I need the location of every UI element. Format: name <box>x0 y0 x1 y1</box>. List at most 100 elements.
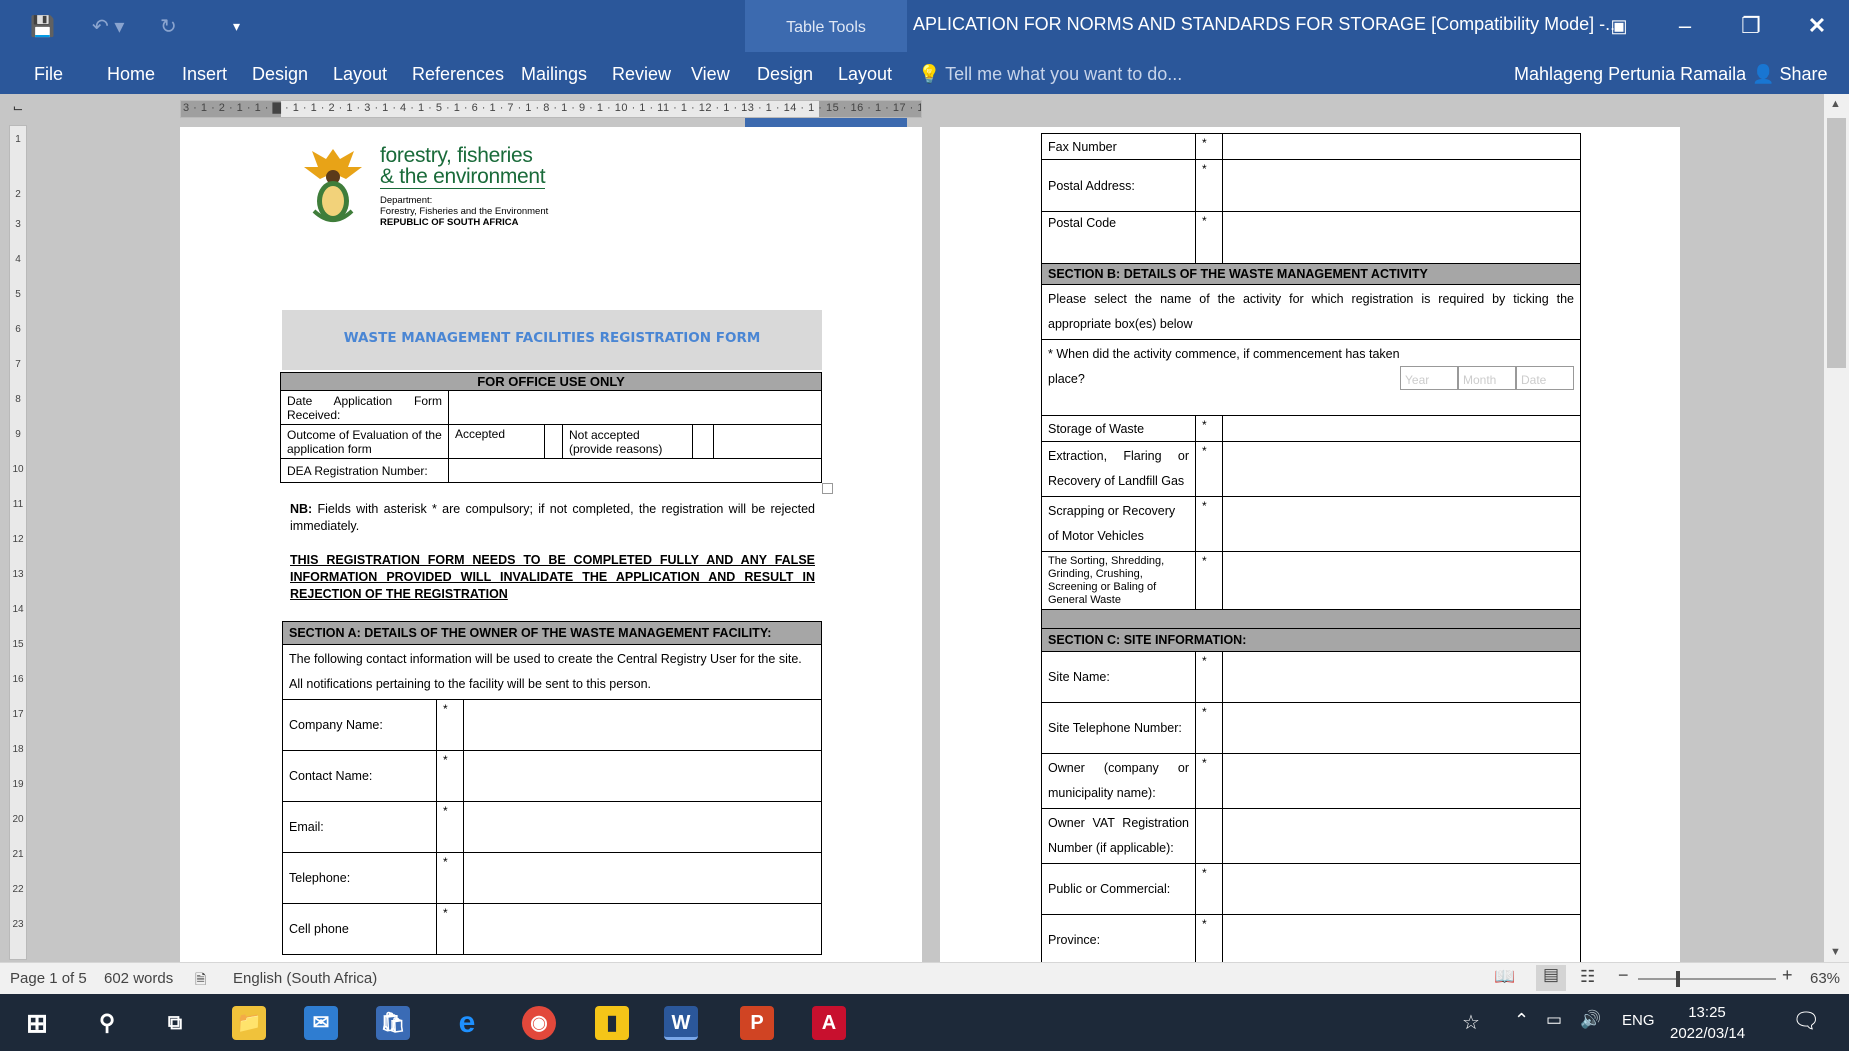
page-count[interactable]: Page 1 of 5 <box>10 970 87 987</box>
vertical-ruler[interactable]: 1 2 3 4 5 6 7 8 9 10 11 12 13 14 15 16 1… <box>9 125 27 960</box>
vruler-mark: 22 <box>12 884 24 895</box>
page-2[interactable]: Fax Number * Postal Address: * Postal Code… <box>940 127 1680 962</box>
task-view-icon[interactable]: ⧉ <box>158 1006 192 1040</box>
activity-sorting-checkbox[interactable] <box>1222 551 1581 610</box>
not-accepted-field[interactable] <box>692 424 822 459</box>
page-1[interactable]: forestry, fisheries & the environment De… <box>180 127 922 962</box>
activity-storage-checkbox[interactable] <box>1222 415 1581 442</box>
save-icon[interactable]: 💾 <box>30 14 55 39</box>
notifications-icon[interactable]: 🗨 <box>1792 1008 1820 1034</box>
people-icon[interactable]: ☆ <box>1462 1010 1480 1035</box>
date-field[interactable]: Date <box>1516 366 1574 390</box>
year-field[interactable]: Year <box>1400 366 1458 390</box>
fax-number-field[interactable] <box>1222 133 1581 160</box>
vruler-mark: 2 <box>15 189 21 200</box>
zoom-level[interactable]: 63% <box>1810 970 1840 987</box>
proofing-icon[interactable]: 🗎 <box>195 969 206 993</box>
company-name-field[interactable] <box>463 699 822 751</box>
scroll-up-icon[interactable]: ▲ <box>1830 98 1841 110</box>
word-count[interactable]: 602 words <box>104 970 173 987</box>
tab-table-layout[interactable]: Layout <box>838 59 892 89</box>
battery-icon[interactable]: ▭ <box>1546 1010 1562 1030</box>
public-commercial-field[interactable] <box>1222 863 1581 915</box>
activity-motor-vehicles-checkbox[interactable] <box>1222 496 1581 552</box>
zoom-slider[interactable] <box>1638 978 1776 980</box>
required-marker: * <box>436 852 464 904</box>
site-name-field[interactable] <box>1222 651 1581 703</box>
read-mode-icon[interactable]: 📖 <box>1494 967 1515 987</box>
clock[interactable]: 13:25 2022/03/14 <box>1670 1002 1745 1044</box>
input-language[interactable]: ENG <box>1622 1012 1655 1029</box>
postal-address-field[interactable] <box>1222 159 1581 212</box>
accepted-checkbox[interactable] <box>544 424 563 459</box>
chrome-icon[interactable]: ◉ <box>522 1006 556 1040</box>
telephone-field[interactable] <box>463 852 822 904</box>
province-field[interactable] <box>1222 914 1581 962</box>
tab-table-design[interactable]: Design <box>757 59 813 89</box>
store-icon[interactable]: 🛍 <box>376 1006 410 1040</box>
vruler-mark: 20 <box>12 814 24 825</box>
date-received-field[interactable] <box>448 390 822 425</box>
tab-file[interactable]: File <box>34 59 63 89</box>
tab-mailings[interactable]: Mailings <box>521 59 587 89</box>
redo-icon[interactable]: ↻ <box>160 14 177 39</box>
restore-icon[interactable]: ❐ <box>1726 8 1776 44</box>
word-icon[interactable]: W <box>664 1006 698 1040</box>
scroll-down-icon[interactable]: ▼ <box>1830 946 1841 958</box>
show-hidden-icons-icon[interactable]: ⌃ <box>1514 1010 1529 1031</box>
activity-landfill-gas-checkbox[interactable] <box>1222 441 1581 497</box>
mail-icon[interactable]: ✉ <box>304 1006 338 1040</box>
tab-insert[interactable]: Insert <box>182 59 227 89</box>
share-button[interactable]: 👤 Share <box>1752 59 1827 89</box>
tab-home[interactable]: Home <box>107 59 155 89</box>
required-marker: * <box>1195 651 1223 703</box>
zoom-in-icon[interactable]: + <box>1782 965 1793 986</box>
vruler-mark: 18 <box>12 744 24 755</box>
required-marker: * <box>436 801 464 853</box>
month-field[interactable]: Month <box>1458 366 1516 390</box>
cell-phone-field[interactable] <box>463 903 822 955</box>
tab-view[interactable]: View <box>691 59 730 89</box>
logo-dept-name: Forestry, Fisheries and the Environment <box>380 206 549 217</box>
tab-layout[interactable]: Layout <box>333 59 387 89</box>
contact-name-field[interactable] <box>463 750 822 802</box>
tab-review[interactable]: Review <box>612 59 671 89</box>
web-layout-icon[interactable]: ☷ <box>1580 967 1595 987</box>
language-indicator[interactable]: English (South Africa) <box>233 970 377 987</box>
table-resize-handle[interactable] <box>822 483 833 494</box>
close-icon[interactable]: ✕ <box>1792 8 1842 44</box>
vertical-scrollbar[interactable]: ▲ ▼ <box>1824 94 1849 962</box>
undo-icon[interactable]: ↶ ▾ <box>92 14 124 39</box>
minimize-icon[interactable]: – <box>1660 8 1710 44</box>
tell-me-box[interactable]: 💡 Tell me what you want to do... <box>918 59 1182 89</box>
owner-name-field[interactable] <box>1222 753 1581 809</box>
print-layout-icon[interactable]: ▤ <box>1536 965 1566 991</box>
user-name[interactable]: Mahlageng Pertunia Ramaila <box>1514 59 1746 89</box>
section-a-header: SECTION A: DETAILS OF THE OWNER OF THE W… <box>282 621 822 645</box>
email-field[interactable] <box>463 801 822 853</box>
vruler-mark: 9 <box>15 429 21 440</box>
contact-name-label: Contact Name: <box>282 750 437 802</box>
acrobat-icon[interactable]: A <box>812 1006 846 1040</box>
scroll-thumb[interactable] <box>1827 118 1846 368</box>
postal-code-field[interactable] <box>1222 211 1581 264</box>
tab-references[interactable]: References <box>412 59 504 89</box>
windows-start-icon[interactable]: ⊞ <box>20 1006 54 1040</box>
file-explorer-icon[interactable]: 📁 <box>232 1006 266 1040</box>
horizontal-ruler[interactable]: 3 · 1 · 2 · 1 · 1 · ▇ · 1 · 1 · 2 · 1 · … <box>180 100 922 118</box>
edge-icon[interactable]: e <box>450 1006 484 1040</box>
sticky-notes-icon[interactable]: ▮ <box>595 1006 629 1040</box>
owner-vat-field[interactable] <box>1222 808 1581 864</box>
zoom-out-icon[interactable]: − <box>1618 965 1629 986</box>
zoom-slider-thumb[interactable] <box>1676 971 1680 987</box>
customize-qat-icon[interactable]: ▾ <box>233 18 240 35</box>
tab-design[interactable]: Design <box>252 59 308 89</box>
powerpoint-icon[interactable]: P <box>740 1006 774 1040</box>
tab-selector-icon[interactable]: ⌙ <box>9 100 27 118</box>
ribbon-display-options-icon[interactable]: ▣ <box>1594 8 1644 44</box>
cell-phone-label: Cell phone <box>282 903 437 955</box>
dea-number-field[interactable] <box>448 458 822 483</box>
site-telephone-field[interactable] <box>1222 702 1581 754</box>
search-icon[interactable]: ⚲ <box>90 1006 124 1040</box>
volume-icon[interactable]: 🔊 <box>1580 1010 1601 1030</box>
